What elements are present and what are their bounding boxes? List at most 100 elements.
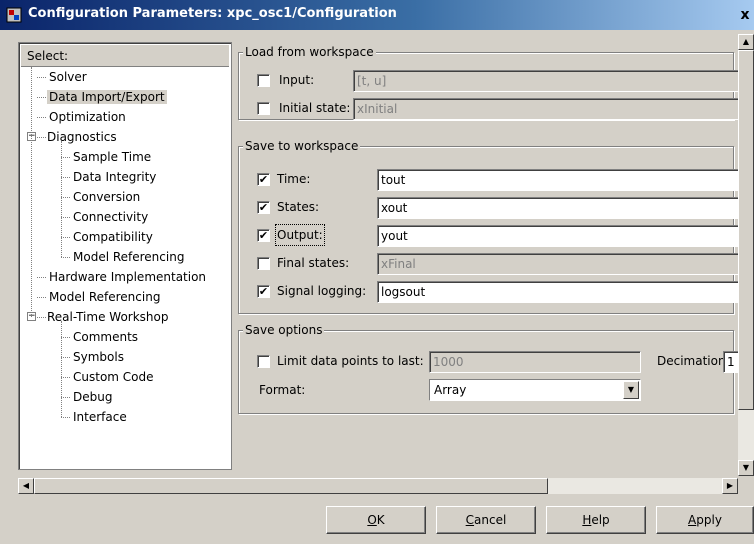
tree-item[interactable]: Connectivity — [71, 207, 150, 227]
tree-item[interactable]: Conversion — [71, 187, 142, 207]
signal-logging-checkbox[interactable]: ✔ — [257, 285, 270, 298]
tree-connector — [61, 397, 70, 398]
states-field[interactable]: xout — [377, 197, 739, 219]
decimation-label: Decimation: — [657, 354, 730, 368]
tree-header: Select: — [21, 45, 229, 67]
tree-item-label: Custom Code — [73, 370, 154, 384]
ok-label: K — [376, 513, 385, 527]
tree-item[interactable]: Data Import/Export — [47, 87, 167, 107]
cancel-button[interactable]: Cancel — [436, 506, 536, 534]
title-bar[interactable]: Configuration Parameters: xpc_osc1/Confi… — [0, 0, 754, 30]
signal-logging-field[interactable]: logsout — [377, 281, 739, 303]
tree-item[interactable]: Hardware Implementation — [47, 267, 208, 287]
cancel-accel: C — [465, 513, 475, 527]
help-accel: H — [582, 513, 592, 527]
limit-checkbox[interactable] — [257, 355, 270, 368]
tree-connector — [61, 237, 70, 238]
apply-label: pply — [696, 513, 722, 527]
tree-item-label: Hardware Implementation — [49, 270, 207, 284]
final-states-field[interactable]: xFinal — [377, 253, 739, 275]
tree-item-label: Conversion — [73, 190, 141, 204]
group-title-load: Load from workspace — [243, 44, 376, 60]
initial-state-checkbox[interactable] — [257, 102, 270, 115]
input-label: Input: — [279, 73, 315, 87]
scroll-right-icon[interactable]: ▶ — [722, 478, 738, 494]
format-select[interactable]: Array ▼ — [429, 379, 641, 401]
scroll-left-icon[interactable]: ◀ — [18, 478, 34, 494]
tree-item[interactable]: Comments — [71, 327, 140, 347]
tree-connector — [61, 321, 62, 417]
window-title: Configuration Parameters: xpc_osc1/Confi… — [28, 6, 397, 21]
tree-item[interactable]: Model Referencing — [71, 247, 186, 267]
horizontal-scroll-thumb[interactable] — [34, 478, 548, 494]
tree-item-label: Symbols — [73, 350, 124, 364]
scroll-up-icon[interactable]: ▲ — [738, 34, 754, 50]
states-checkbox[interactable]: ✔ — [257, 201, 270, 214]
tree-item-label: Data Import/Export — [47, 90, 167, 104]
help-label: elp — [591, 513, 610, 527]
tree-item-label: Connectivity — [73, 210, 149, 224]
limit-field[interactable]: 1000 — [429, 351, 641, 373]
help-button[interactable]: Help — [546, 506, 646, 534]
tree-item[interactable]: Debug — [71, 387, 114, 407]
tree-connector — [61, 217, 70, 218]
input-field[interactable]: [t, u] — [353, 70, 739, 92]
tree-connector — [61, 417, 70, 418]
save-to-workspace-group: Save to workspace ✔ Time: tout ✔ States:… — [238, 138, 739, 314]
tree-item[interactable]: Optimization — [47, 107, 128, 127]
close-icon[interactable]: x — [736, 4, 754, 26]
tree-panel[interactable]: Select: Solver Data Import/Export Optimiza… — [18, 42, 232, 470]
tree-item-label: Data Integrity — [73, 170, 157, 184]
tree-connector — [61, 197, 70, 198]
tree-item[interactable]: Compatibility — [71, 227, 155, 247]
app-icon — [6, 7, 22, 23]
tree-connector — [61, 357, 70, 358]
input-checkbox[interactable] — [257, 74, 270, 87]
tree-item-label: Model Referencing — [49, 290, 161, 304]
tree-item-label: Sample Time — [73, 150, 152, 164]
tree-item-label: Compatibility — [73, 230, 153, 244]
tree-connector — [61, 157, 70, 158]
tree-item-label: Model Referencing — [73, 250, 185, 264]
tree-connector — [31, 67, 32, 317]
apply-button[interactable]: Apply — [656, 506, 754, 534]
signal-logging-label: Signal logging: — [277, 284, 367, 298]
ok-button[interactable]: OK — [326, 506, 426, 534]
tree-item[interactable]: Symbols — [71, 347, 126, 367]
tree-item[interactable]: Real-Time Workshop — [45, 307, 170, 327]
group-title-save: Save to workspace — [243, 138, 361, 154]
initial-state-field[interactable]: xInitial — [353, 98, 739, 120]
output-checkbox[interactable]: ✔ — [257, 229, 270, 242]
tree-item-label: Real-Time Workshop — [47, 310, 169, 324]
final-states-label: Final states: — [277, 256, 350, 270]
horizontal-scrollbar[interactable]: ◀ ▶ — [18, 478, 738, 494]
vertical-scroll-thumb[interactable] — [738, 50, 754, 410]
states-label: States: — [277, 200, 320, 214]
vertical-scrollbar[interactable]: ▲ ▼ — [738, 34, 754, 476]
format-value: Array — [434, 383, 467, 397]
final-states-checkbox[interactable] — [257, 257, 270, 270]
tree-item[interactable]: Solver — [47, 67, 89, 87]
tree-item[interactable]: Custom Code — [71, 367, 156, 387]
time-field[interactable]: tout — [377, 169, 739, 191]
tree-item-label: Interface — [73, 410, 127, 424]
format-label: Format: — [259, 383, 306, 397]
tree-item[interactable]: Data Integrity — [71, 167, 158, 187]
output-field[interactable]: yout — [377, 225, 739, 247]
tree-item[interactable]: Sample Time — [71, 147, 153, 167]
tree-item-label: Optimization — [49, 110, 126, 124]
tree-connector — [61, 177, 70, 178]
tree-item-label: Diagnostics — [47, 130, 117, 144]
tree-connector — [37, 77, 46, 78]
output-label: Output: — [275, 224, 325, 246]
tree-item[interactable]: Diagnostics — [45, 127, 119, 147]
tree-connector — [37, 97, 46, 98]
load-from-workspace-group: Load from workspace Input: [t, u] Initia… — [238, 44, 739, 120]
time-checkbox[interactable]: ✔ — [257, 173, 270, 186]
scroll-down-icon[interactable]: ▼ — [738, 460, 754, 476]
tree-connector — [61, 257, 70, 258]
time-label: Time: — [277, 172, 311, 186]
tree-item[interactable]: Interface — [71, 407, 129, 427]
tree-item[interactable]: Model Referencing — [47, 287, 162, 307]
chevron-down-icon[interactable]: ▼ — [623, 381, 639, 399]
